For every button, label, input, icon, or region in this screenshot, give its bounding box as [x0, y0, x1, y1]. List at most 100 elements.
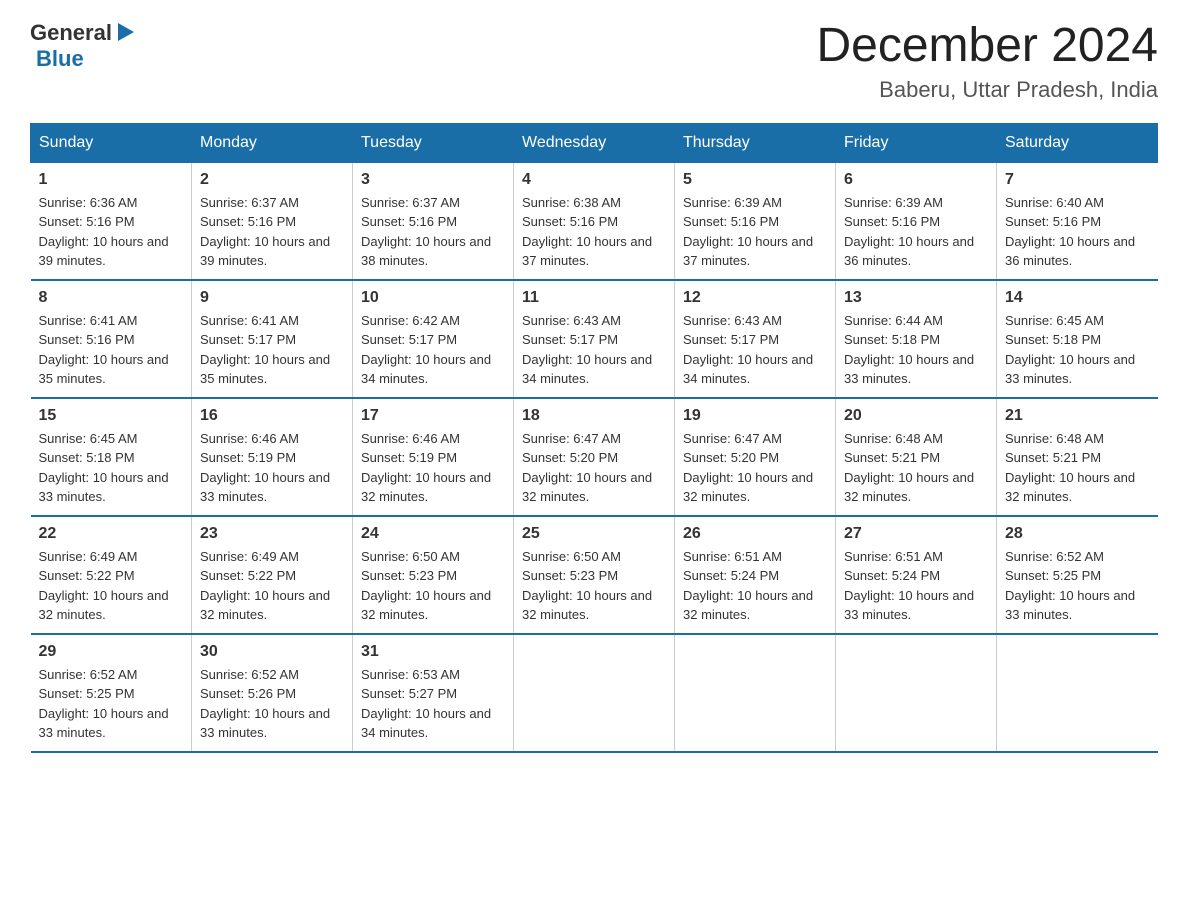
sunrise-label: Sunrise: 6:47 AM: [522, 431, 621, 446]
day-number: 25: [522, 525, 666, 543]
day-info: Sunrise: 6:51 AM Sunset: 5:24 PM Dayligh…: [683, 547, 827, 625]
sunset-label: Sunset: 5:16 PM: [200, 214, 296, 229]
day-number: 9: [200, 289, 344, 307]
sunset-label: Sunset: 5:24 PM: [683, 568, 779, 583]
month-year-title: December 2024: [816, 20, 1158, 73]
daylight-label: Daylight: 10 hours and 32 minutes.: [200, 588, 330, 623]
header-sunday: Sunday: [31, 123, 192, 162]
daylight-label: Daylight: 10 hours and 39 minutes.: [39, 234, 169, 269]
sunrise-label: Sunrise: 6:43 AM: [683, 313, 782, 328]
day-number: 16: [200, 407, 344, 425]
table-row: 27 Sunrise: 6:51 AM Sunset: 5:24 PM Dayl…: [836, 516, 997, 634]
table-row: 24 Sunrise: 6:50 AM Sunset: 5:23 PM Dayl…: [353, 516, 514, 634]
day-number: 6: [844, 171, 988, 189]
table-row: 5 Sunrise: 6:39 AM Sunset: 5:16 PM Dayli…: [675, 162, 836, 280]
daylight-label: Daylight: 10 hours and 36 minutes.: [844, 234, 974, 269]
day-info: Sunrise: 6:51 AM Sunset: 5:24 PM Dayligh…: [844, 547, 988, 625]
sunset-label: Sunset: 5:19 PM: [361, 450, 457, 465]
daylight-label: Daylight: 10 hours and 32 minutes.: [1005, 470, 1135, 505]
day-number: 22: [39, 525, 184, 543]
table-row: 15 Sunrise: 6:45 AM Sunset: 5:18 PM Dayl…: [31, 398, 192, 516]
header-friday: Friday: [836, 123, 997, 162]
sunset-label: Sunset: 5:16 PM: [39, 214, 135, 229]
sunrise-label: Sunrise: 6:39 AM: [683, 195, 782, 210]
sunset-label: Sunset: 5:25 PM: [39, 686, 135, 701]
day-info: Sunrise: 6:50 AM Sunset: 5:23 PM Dayligh…: [361, 547, 505, 625]
page-header: General Blue December 2024 Baberu, Uttar…: [30, 20, 1158, 103]
table-row: 6 Sunrise: 6:39 AM Sunset: 5:16 PM Dayli…: [836, 162, 997, 280]
sunset-label: Sunset: 5:18 PM: [844, 332, 940, 347]
day-info: Sunrise: 6:53 AM Sunset: 5:27 PM Dayligh…: [361, 665, 505, 743]
table-row: 4 Sunrise: 6:38 AM Sunset: 5:16 PM Dayli…: [514, 162, 675, 280]
sunset-label: Sunset: 5:16 PM: [844, 214, 940, 229]
table-row: 26 Sunrise: 6:51 AM Sunset: 5:24 PM Dayl…: [675, 516, 836, 634]
sunrise-label: Sunrise: 6:43 AM: [522, 313, 621, 328]
sunrise-label: Sunrise: 6:37 AM: [361, 195, 460, 210]
table-row: 9 Sunrise: 6:41 AM Sunset: 5:17 PM Dayli…: [192, 280, 353, 398]
day-number: 13: [844, 289, 988, 307]
sunrise-label: Sunrise: 6:46 AM: [200, 431, 299, 446]
daylight-label: Daylight: 10 hours and 33 minutes.: [39, 706, 169, 741]
sunset-label: Sunset: 5:21 PM: [1005, 450, 1101, 465]
sunrise-label: Sunrise: 6:52 AM: [200, 667, 299, 682]
day-info: Sunrise: 6:38 AM Sunset: 5:16 PM Dayligh…: [522, 193, 666, 271]
sunrise-label: Sunrise: 6:39 AM: [844, 195, 943, 210]
daylight-label: Daylight: 10 hours and 33 minutes.: [200, 706, 330, 741]
sunrise-label: Sunrise: 6:46 AM: [361, 431, 460, 446]
day-number: 30: [200, 643, 344, 661]
sunset-label: Sunset: 5:17 PM: [683, 332, 779, 347]
header-thursday: Thursday: [675, 123, 836, 162]
sunrise-label: Sunrise: 6:36 AM: [39, 195, 138, 210]
sunrise-label: Sunrise: 6:50 AM: [361, 549, 460, 564]
table-row: 1 Sunrise: 6:36 AM Sunset: 5:16 PM Dayli…: [31, 162, 192, 280]
sunrise-label: Sunrise: 6:50 AM: [522, 549, 621, 564]
daylight-label: Daylight: 10 hours and 34 minutes.: [361, 352, 491, 387]
table-row: 16 Sunrise: 6:46 AM Sunset: 5:19 PM Dayl…: [192, 398, 353, 516]
daylight-label: Daylight: 10 hours and 34 minutes.: [361, 706, 491, 741]
table-row: 23 Sunrise: 6:49 AM Sunset: 5:22 PM Dayl…: [192, 516, 353, 634]
sunset-label: Sunset: 5:17 PM: [200, 332, 296, 347]
sunset-label: Sunset: 5:22 PM: [39, 568, 135, 583]
sunrise-label: Sunrise: 6:48 AM: [844, 431, 943, 446]
table-row: 13 Sunrise: 6:44 AM Sunset: 5:18 PM Dayl…: [836, 280, 997, 398]
daylight-label: Daylight: 10 hours and 37 minutes.: [522, 234, 652, 269]
daylight-label: Daylight: 10 hours and 32 minutes.: [683, 470, 813, 505]
table-row: 29 Sunrise: 6:52 AM Sunset: 5:25 PM Dayl…: [31, 634, 192, 752]
sunrise-label: Sunrise: 6:41 AM: [200, 313, 299, 328]
day-info: Sunrise: 6:48 AM Sunset: 5:21 PM Dayligh…: [844, 429, 988, 507]
day-info: Sunrise: 6:43 AM Sunset: 5:17 PM Dayligh…: [683, 311, 827, 389]
day-info: Sunrise: 6:52 AM Sunset: 5:25 PM Dayligh…: [1005, 547, 1150, 625]
daylight-label: Daylight: 10 hours and 32 minutes.: [361, 588, 491, 623]
table-row: 14 Sunrise: 6:45 AM Sunset: 5:18 PM Dayl…: [997, 280, 1158, 398]
table-row: 31 Sunrise: 6:53 AM Sunset: 5:27 PM Dayl…: [353, 634, 514, 752]
day-number: 17: [361, 407, 505, 425]
sunset-label: Sunset: 5:26 PM: [200, 686, 296, 701]
calendar-week-row: 22 Sunrise: 6:49 AM Sunset: 5:22 PM Dayl…: [31, 516, 1158, 634]
day-number: 27: [844, 525, 988, 543]
daylight-label: Daylight: 10 hours and 36 minutes.: [1005, 234, 1135, 269]
sunrise-label: Sunrise: 6:42 AM: [361, 313, 460, 328]
day-info: Sunrise: 6:44 AM Sunset: 5:18 PM Dayligh…: [844, 311, 988, 389]
day-info: Sunrise: 6:49 AM Sunset: 5:22 PM Dayligh…: [200, 547, 344, 625]
daylight-label: Daylight: 10 hours and 39 minutes.: [200, 234, 330, 269]
header-monday: Monday: [192, 123, 353, 162]
day-info: Sunrise: 6:41 AM Sunset: 5:17 PM Dayligh…: [200, 311, 344, 389]
day-info: Sunrise: 6:49 AM Sunset: 5:22 PM Dayligh…: [39, 547, 184, 625]
table-row: 7 Sunrise: 6:40 AM Sunset: 5:16 PM Dayli…: [997, 162, 1158, 280]
table-row: 3 Sunrise: 6:37 AM Sunset: 5:16 PM Dayli…: [353, 162, 514, 280]
logo-general-text: General: [30, 20, 112, 46]
day-number: 1: [39, 171, 184, 189]
calendar-week-row: 15 Sunrise: 6:45 AM Sunset: 5:18 PM Dayl…: [31, 398, 1158, 516]
sunrise-label: Sunrise: 6:47 AM: [683, 431, 782, 446]
sunrise-label: Sunrise: 6:49 AM: [200, 549, 299, 564]
sunset-label: Sunset: 5:17 PM: [361, 332, 457, 347]
table-row: 17 Sunrise: 6:46 AM Sunset: 5:19 PM Dayl…: [353, 398, 514, 516]
sunrise-label: Sunrise: 6:49 AM: [39, 549, 138, 564]
day-info: Sunrise: 6:43 AM Sunset: 5:17 PM Dayligh…: [522, 311, 666, 389]
day-info: Sunrise: 6:46 AM Sunset: 5:19 PM Dayligh…: [200, 429, 344, 507]
day-info: Sunrise: 6:50 AM Sunset: 5:23 PM Dayligh…: [522, 547, 666, 625]
table-row: 28 Sunrise: 6:52 AM Sunset: 5:25 PM Dayl…: [997, 516, 1158, 634]
calendar-table: Sunday Monday Tuesday Wednesday Thursday…: [30, 123, 1158, 753]
day-info: Sunrise: 6:36 AM Sunset: 5:16 PM Dayligh…: [39, 193, 184, 271]
table-row: [514, 634, 675, 752]
